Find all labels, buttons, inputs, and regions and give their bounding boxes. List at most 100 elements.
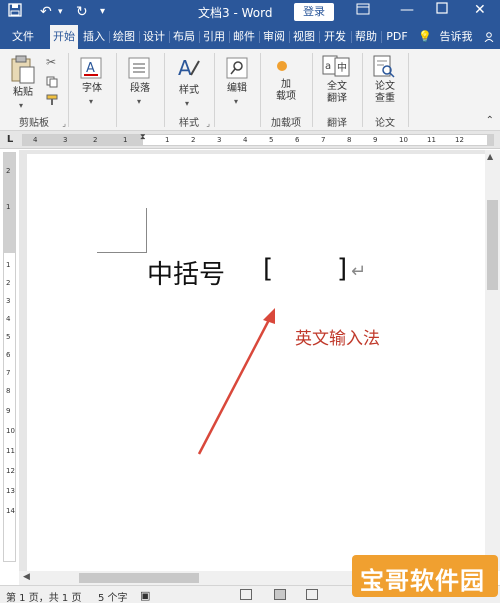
horizontal-ruler[interactable]: 4 3 2 1 ⧗ 1 2 3 4 5 6 7 8 9 10 11 12 (22, 132, 494, 146)
font-dropdown-icon[interactable]: ▾ (89, 97, 93, 106)
tab-developer[interactable]: 开发 (320, 25, 350, 49)
tab-file[interactable]: 文件 (8, 25, 38, 49)
open-bracket[interactable]: [ (263, 254, 273, 284)
styles-label[interactable]: 样式 (170, 85, 208, 97)
ruler-number: 12 (455, 136, 464, 144)
translate-group-label: 翻译 (327, 118, 347, 129)
translate-icon[interactable]: a中 (322, 55, 350, 81)
paste-icon[interactable] (10, 55, 36, 89)
horizontal-ruler-row: L 4 3 2 1 ⧗ 1 2 3 4 5 6 7 8 9 10 11 12 (0, 131, 500, 149)
ruler-number: 1 (123, 136, 128, 144)
paste-dropdown-icon[interactable]: ▾ (19, 101, 23, 110)
redo-icon[interactable]: ↻ (76, 3, 88, 21)
translate-label[interactable]: 全文 翻译 (318, 81, 356, 105)
paragraph-group: 段落 ▾ (118, 49, 162, 131)
styles-group-label: 样式 (179, 118, 199, 129)
ruler-number: 1 (6, 203, 11, 211)
vertical-scrollbar[interactable]: ▲ ▼ (485, 150, 500, 571)
page-count[interactable]: 第 1 页，共 1 页 (6, 589, 81, 603)
collapse-ribbon-icon[interactable]: ⌃ (486, 115, 494, 126)
watermark-logo: 宝哥软件园 (352, 555, 498, 597)
share-icon[interactable] (482, 25, 496, 49)
ribbon-tabs: 文件 开始 插入 绘图 设计 布局 引用 邮件 审阅 视图 开发 帮助 PDF … (0, 25, 500, 49)
ruler-number: 2 (6, 167, 11, 175)
margin-corner-mark (97, 252, 147, 253)
vertical-ruler[interactable]: 2 1 1 2 3 4 5 6 7 8 9 10 11 12 13 14 (3, 152, 16, 562)
undo-dropdown-icon[interactable]: ▾ (58, 3, 63, 21)
scroll-up-icon[interactable]: ▲ (487, 152, 493, 161)
addins-icon[interactable] (277, 61, 287, 71)
close-bracket[interactable]: ] (337, 254, 347, 284)
print-layout-icon[interactable] (274, 589, 286, 600)
tab-references[interactable]: 引用 (200, 25, 228, 49)
save-icon[interactable] (8, 3, 22, 22)
svg-text:a: a (325, 61, 331, 72)
document-text[interactable]: 中括号 (147, 254, 225, 291)
undo-icon[interactable]: ↶ (40, 3, 52, 21)
editing-dropdown-icon[interactable]: ▾ (234, 97, 238, 106)
styles-launcher-icon[interactable]: ⌟ (206, 119, 210, 128)
paste-label[interactable]: 粘贴 (6, 87, 40, 99)
ruler-number: 2 (93, 136, 98, 144)
paper-check-label[interactable]: 论文 查重 (367, 81, 403, 105)
styles-dropdown-icon[interactable]: ▾ (185, 99, 189, 108)
ruler-number: 4 (33, 136, 38, 144)
horizontal-scroll-thumb[interactable] (79, 573, 199, 583)
ruler-number: 2 (6, 279, 11, 287)
ribbon-display-options-icon[interactable] (356, 2, 370, 20)
tab-pdf[interactable]: PDF (382, 25, 412, 49)
login-button[interactable]: 登录 (294, 3, 334, 21)
tab-layout[interactable]: 布局 (170, 25, 198, 49)
ruler-number: 9 (373, 136, 378, 144)
vertical-scroll-thumb[interactable] (487, 200, 498, 290)
clipboard-launcher-icon[interactable]: ⌟ (62, 119, 66, 128)
ruler-number: 11 (427, 136, 436, 144)
lightbulb-icon: 💡 (418, 30, 432, 43)
scroll-left-icon[interactable]: ◀ (23, 572, 30, 582)
ruler-number: 4 (6, 315, 11, 323)
svg-text:中: 中 (337, 61, 347, 74)
paragraph-label[interactable]: 段落 (122, 83, 158, 95)
tab-help[interactable]: 帮助 (352, 25, 380, 49)
ruler-number: 6 (6, 351, 11, 359)
maximize-icon[interactable] (436, 2, 448, 18)
indent-marker-icon[interactable]: ⧗ (140, 132, 146, 142)
paragraph-icon[interactable] (128, 57, 150, 83)
format-painter-icon[interactable] (46, 91, 58, 110)
ruler-number: 10 (6, 427, 15, 435)
customize-quick-access-icon[interactable]: ▾ (100, 3, 105, 21)
document-page[interactable]: 中括号 [ ] ↵ 英文输入法 (27, 154, 485, 571)
close-icon[interactable]: ✕ (474, 2, 486, 18)
tab-mailings[interactable]: 邮件 (230, 25, 258, 49)
paper-check-icon[interactable] (372, 55, 396, 83)
ruler-number: 13 (6, 487, 15, 495)
ruler-number: 2 (191, 136, 196, 144)
ruler-number: 12 (6, 467, 15, 475)
editing-label[interactable]: 编辑 (219, 83, 255, 95)
tab-view[interactable]: 视图 (290, 25, 318, 49)
word-count[interactable]: 5 个字 (98, 589, 128, 603)
paragraph-dropdown-icon[interactable]: ▾ (137, 97, 141, 106)
tab-selector[interactable]: L (3, 133, 17, 147)
ruler-number: 5 (269, 136, 274, 144)
cut-icon[interactable]: ✂ (46, 55, 56, 69)
web-layout-icon[interactable] (306, 589, 318, 600)
tell-me-search[interactable]: 告诉我 (436, 25, 476, 49)
styles-icon[interactable]: A (176, 55, 202, 85)
ruler-number: 1 (6, 261, 11, 269)
tab-design[interactable]: 设计 (140, 25, 168, 49)
search-icon[interactable] (226, 57, 248, 83)
minimize-icon[interactable]: — (400, 2, 414, 18)
proofing-icon[interactable]: ▣ (140, 589, 150, 602)
tab-home[interactable]: 开始 (50, 25, 78, 49)
read-mode-icon[interactable] (240, 589, 252, 600)
font-label[interactable]: 字体 (74, 83, 110, 95)
tab-draw[interactable]: 绘图 (110, 25, 138, 49)
tab-review[interactable]: 审阅 (260, 25, 288, 49)
font-icon[interactable]: A (80, 57, 102, 83)
tab-insert[interactable]: 插入 (80, 25, 108, 49)
ruler-number: 14 (6, 507, 15, 515)
addins-label[interactable]: 加 载项 (266, 79, 306, 103)
copy-icon[interactable] (46, 73, 58, 92)
ruler-number: 3 (217, 136, 222, 144)
